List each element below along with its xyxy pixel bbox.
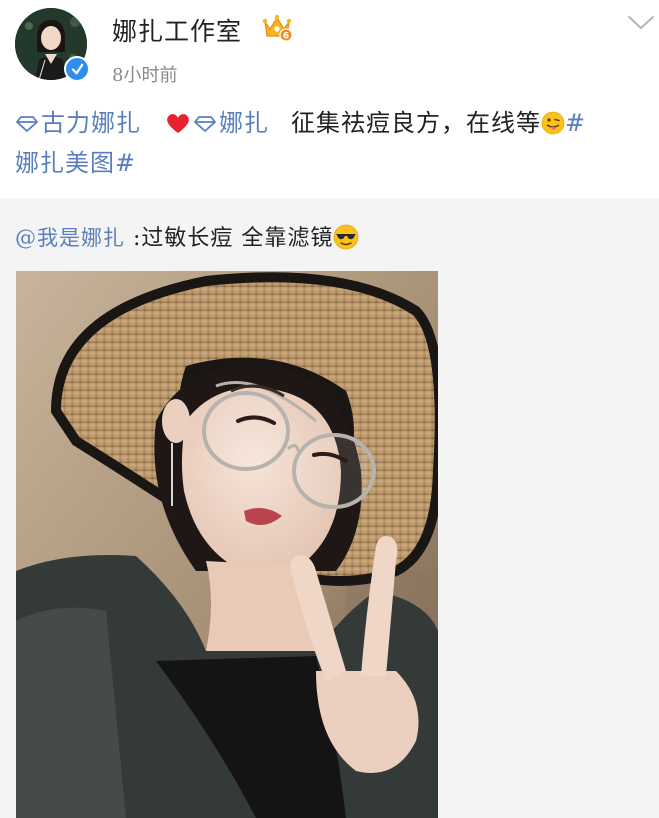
verified-badge-icon bbox=[64, 56, 90, 82]
post-time: 8小时前 bbox=[112, 65, 178, 86]
username[interactable]: 娜扎工作室 bbox=[112, 12, 242, 48]
topic-link-guliinazha[interactable]: 古力娜扎 bbox=[15, 109, 141, 137]
heart-icon bbox=[167, 114, 189, 133]
diamond-icon bbox=[16, 116, 38, 132]
retweet-text-line: @我是娜扎 :过敏长痘 全靠滤镜 bbox=[15, 220, 359, 252]
topic-link-nazha[interactable]: 娜扎 bbox=[193, 109, 269, 137]
sunglasses-emoji bbox=[334, 224, 359, 250]
post-content: 古力娜扎 娜扎 征集祛痘良方，在线等 # 娜扎美图# bbox=[15, 103, 645, 183]
retweet-card[interactable]: @我是娜扎 :过敏长痘 全靠滤镜 bbox=[0, 198, 659, 818]
tongue-out-emoji bbox=[541, 111, 565, 135]
chevron-down-icon[interactable] bbox=[627, 14, 655, 32]
svg-text:6: 6 bbox=[283, 32, 289, 42]
topic-label: 古力娜扎 bbox=[41, 109, 141, 137]
vip-crown-badge-icon[interactable]: 6 bbox=[262, 14, 292, 42]
retweet-text: :过敏长痘 全靠滤镜 bbox=[133, 226, 334, 251]
post-text: 征集祛痘良方，在线等 bbox=[291, 109, 541, 137]
retweet-photo[interactable] bbox=[16, 271, 438, 818]
mention-link[interactable]: @我是娜扎 bbox=[15, 226, 125, 250]
topic-link-nazha-meitu[interactable]: 娜扎美图# bbox=[15, 149, 136, 177]
topic-label: 娜扎 bbox=[219, 109, 269, 137]
topic-hash[interactable]: # bbox=[565, 109, 586, 137]
diamond-icon bbox=[194, 116, 216, 132]
post-header: 娜扎工作室 6 8小时前 bbox=[0, 0, 659, 96]
